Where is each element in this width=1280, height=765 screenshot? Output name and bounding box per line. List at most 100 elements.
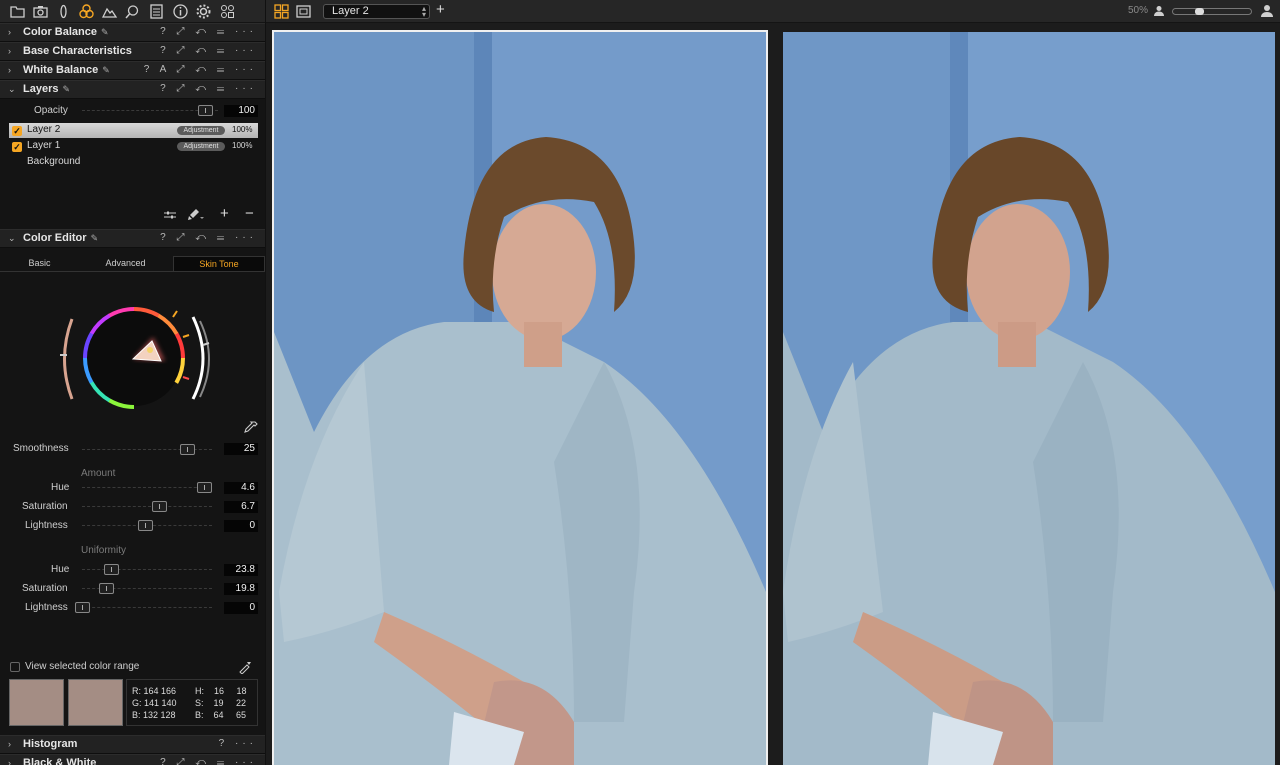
black-white-header[interactable]: › Black & White ? ⤢ ↶ ☰ ··· bbox=[0, 754, 265, 765]
lens-icon[interactable] bbox=[55, 3, 72, 20]
skin-tone-color-wheel[interactable] bbox=[55, 299, 215, 419]
amount-hue-value[interactable]: 4.6 bbox=[224, 482, 258, 494]
base-characteristics-header[interactable]: › Base Characteristics ? ⤢ ↶ ☰ ··· bbox=[0, 42, 265, 61]
readout-r: R: 164 166 bbox=[132, 686, 177, 696]
section-controls[interactable]: ? ⤢ ↶ ☰ ··· bbox=[160, 26, 257, 37]
eyedropper-icon[interactable] bbox=[244, 421, 258, 435]
slider-track bbox=[82, 569, 212, 570]
uniformity-lightness-value[interactable]: 0 bbox=[224, 602, 258, 614]
layer-select[interactable]: Layer 2 ▴ ▾ bbox=[323, 4, 430, 19]
chevron-right-icon[interactable]: › bbox=[8, 46, 11, 56]
chevron-right-icon[interactable]: › bbox=[8, 65, 11, 75]
person-icon[interactable] bbox=[1153, 5, 1165, 17]
picker-icon[interactable] bbox=[237, 660, 253, 675]
layer-visibility-checkbox[interactable]: ✓ bbox=[12, 126, 22, 136]
layer-opacity: 100% bbox=[232, 125, 253, 134]
exposure-icon[interactable] bbox=[101, 3, 118, 20]
layer-row-layer-2[interactable]: ✓ Layer 2 Adjustment 100% bbox=[9, 123, 258, 138]
smoothness-slider[interactable] bbox=[82, 444, 212, 455]
details-icon[interactable] bbox=[148, 3, 165, 20]
section-controls[interactable]: ? A ⤢ ↶ ☰ ··· bbox=[144, 64, 257, 75]
brush-icon[interactable] bbox=[186, 208, 204, 221]
chevron-right-icon[interactable]: › bbox=[8, 739, 11, 749]
slider-thumb[interactable] bbox=[138, 520, 153, 531]
section-controls[interactable]: ? ⤢ ↶ ☰ ··· bbox=[160, 757, 257, 765]
chevron-right-icon[interactable]: › bbox=[8, 27, 11, 37]
uniformity-hue-slider[interactable] bbox=[82, 564, 212, 575]
readout-h: H: 16 18 bbox=[195, 686, 247, 696]
grid-view-icon[interactable] bbox=[273, 3, 290, 20]
tab-basic[interactable]: Basic bbox=[2, 256, 77, 271]
single-view-icon[interactable] bbox=[295, 3, 312, 20]
section-title: Histogram bbox=[23, 738, 78, 750]
color-editor-header[interactable]: ⌄ Color Editor ✎ ? ⤢ ↶ ☰ ··· bbox=[0, 229, 265, 248]
uniformity-lightness-slider[interactable] bbox=[75, 602, 212, 613]
slider-thumb[interactable] bbox=[104, 564, 119, 575]
section-title: Layers bbox=[23, 83, 59, 95]
layer-row-background[interactable]: Background bbox=[9, 155, 258, 170]
tab-skin-tone[interactable]: Skin Tone bbox=[173, 256, 265, 271]
portrait-image bbox=[783, 32, 1275, 765]
smoothness-value[interactable]: 25 bbox=[224, 443, 258, 455]
folder-icon[interactable] bbox=[9, 3, 26, 20]
slider-thumb[interactable] bbox=[198, 105, 214, 116]
photo-variant-left[interactable] bbox=[272, 30, 768, 765]
uniformity-heading: Uniformity bbox=[81, 545, 127, 556]
layers-header[interactable]: ⌄ Layers ✎ ? ⤢ ↶ ☰ ··· bbox=[0, 80, 265, 99]
section-title: Base Characteristics bbox=[23, 45, 132, 57]
camera-icon[interactable] bbox=[32, 3, 49, 20]
amount-saturation-value[interactable]: 6.7 bbox=[224, 501, 258, 513]
color-swatch-before bbox=[9, 679, 64, 726]
color-icon[interactable] bbox=[78, 3, 95, 20]
slider-track bbox=[82, 487, 212, 488]
uniformity-saturation-value[interactable]: 19.8 bbox=[224, 583, 258, 595]
opacity-value[interactable]: 100 bbox=[224, 105, 258, 117]
pen-icon: ✎ bbox=[100, 27, 109, 37]
chevron-right-icon[interactable]: › bbox=[8, 758, 11, 765]
photo-variant-right[interactable] bbox=[783, 32, 1275, 765]
uniformity-hue-value[interactable]: 23.8 bbox=[224, 564, 258, 576]
chevron-down-icon[interactable]: ⌄ bbox=[8, 84, 16, 95]
readout-g: G: 141 140 bbox=[132, 698, 177, 708]
view-range-checkbox[interactable] bbox=[10, 662, 20, 672]
remove-layer-icon[interactable]: − bbox=[245, 205, 254, 222]
adjust-icon[interactable] bbox=[164, 210, 176, 220]
slider-thumb[interactable] bbox=[197, 482, 212, 493]
opacity-slider[interactable] bbox=[82, 105, 218, 116]
zoom-slider-knob[interactable] bbox=[1195, 8, 1204, 15]
layer-type-badge: Adjustment bbox=[177, 126, 225, 135]
settings-icon[interactable] bbox=[195, 3, 212, 20]
color-balance-header[interactable]: › Color Balance ✎ ? ⤢ ↶ ☰ ··· bbox=[0, 23, 265, 42]
tab-advanced[interactable]: Advanced bbox=[88, 256, 163, 271]
amount-saturation-slider[interactable] bbox=[82, 501, 212, 512]
amount-hue-slider[interactable] bbox=[82, 482, 212, 493]
section-controls[interactable]: ? ⤢ ↶ ☰ ··· bbox=[160, 45, 257, 56]
white-balance-header[interactable]: › White Balance ✎ ? A ⤢ ↶ ☰ ··· bbox=[0, 61, 265, 80]
section-controls[interactable]: ? ⤢ ↶ ☰ ··· bbox=[160, 232, 257, 243]
loupe-icon[interactable] bbox=[124, 3, 141, 20]
section-title: Color Balance bbox=[23, 26, 97, 38]
slider-thumb[interactable] bbox=[152, 501, 167, 512]
slider-thumb[interactable] bbox=[180, 444, 195, 455]
zoom-slider[interactable] bbox=[1172, 8, 1252, 15]
amount-lightness-value[interactable]: 0 bbox=[224, 520, 258, 532]
add-layer-icon[interactable]: + bbox=[220, 205, 229, 222]
uniformity-saturation-slider[interactable] bbox=[82, 583, 212, 594]
chevron-down-icon[interactable]: ⌄ bbox=[8, 233, 16, 244]
section-title: Black & White bbox=[23, 757, 97, 765]
histogram-header[interactable]: › Histogram ? ··· bbox=[0, 735, 265, 754]
slider-thumb[interactable] bbox=[99, 583, 114, 594]
slider-track bbox=[82, 607, 212, 608]
amount-lightness-slider[interactable] bbox=[82, 520, 212, 531]
person-large-icon[interactable] bbox=[1260, 4, 1274, 18]
slider-thumb[interactable] bbox=[75, 602, 90, 613]
metadata-icon[interactable] bbox=[172, 3, 189, 20]
add-layer-button[interactable]: + bbox=[436, 1, 445, 18]
panel-divider[interactable] bbox=[265, 0, 266, 765]
section-controls[interactable]: ? ⤢ ↶ ☰ ··· bbox=[160, 83, 257, 94]
batch-icon[interactable] bbox=[219, 3, 236, 20]
layer-row-layer-1[interactable]: ✓ Layer 1 Adjustment 100% bbox=[9, 139, 258, 154]
layer-visibility-checkbox[interactable]: ✓ bbox=[12, 142, 22, 152]
section-controls[interactable]: ? ··· bbox=[219, 738, 257, 749]
layer-type-badge: Adjustment bbox=[177, 142, 225, 151]
